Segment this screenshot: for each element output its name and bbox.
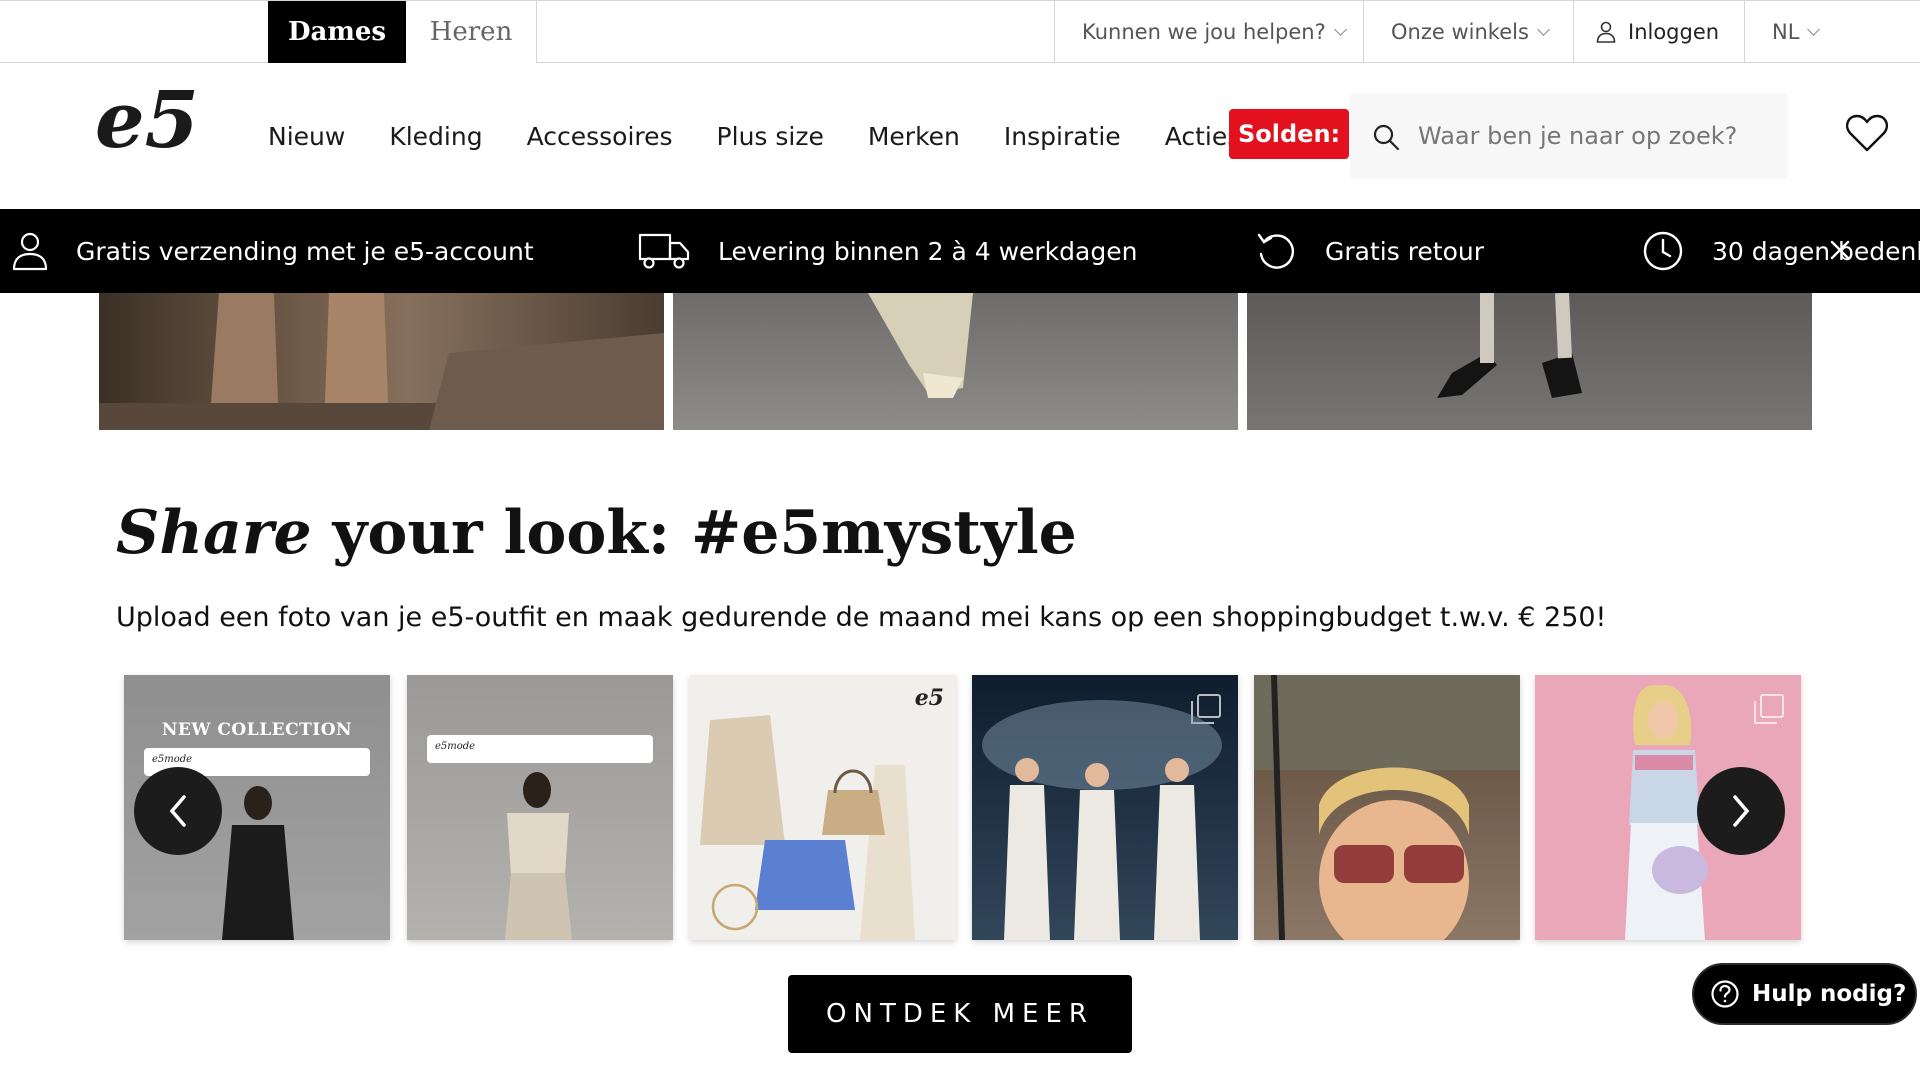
usp-item-returns: Gratis retour — [1255, 209, 1484, 293]
heart-icon[interactable] — [1845, 113, 1889, 153]
language-dropdown[interactable]: NL — [1744, 1, 1920, 63]
login-label: Inloggen — [1628, 20, 1720, 44]
help-chat-label: Hulp nodig? — [1752, 981, 1907, 1007]
usp-shipping-text: Gratis verzending met je e5-account — [76, 236, 534, 266]
carousel-prev-button[interactable] — [134, 767, 222, 855]
nav-kleding[interactable]: Kleding — [389, 122, 482, 151]
search-input[interactable] — [1418, 113, 1768, 159]
tile-3-flatlay — [700, 715, 915, 940]
photo-1-legs — [99, 293, 664, 430]
stores-dropdown-label: Onze winkels — [1391, 20, 1529, 44]
search-icon[interactable] — [1372, 123, 1400, 151]
question-icon — [1711, 980, 1739, 1008]
search-bar — [1350, 93, 1788, 179]
help-dropdown-label: Kunnen we jou helpen? — [1082, 20, 1326, 44]
login-button[interactable]: Inloggen — [1573, 1, 1744, 63]
chevron-down-icon — [1333, 23, 1347, 36]
nav-inspiratie[interactable]: Inspiratie — [1004, 122, 1121, 151]
sale-badge[interactable]: Solden: -2 — [1229, 109, 1349, 159]
usp-returns-text: Gratis retour — [1325, 236, 1485, 266]
share-title-rest: your look: #e5mystyle — [311, 498, 1077, 568]
lookbook-photo-2[interactable] — [673, 293, 1238, 430]
usp-bar: Gratis verzending met je e5-account Leve… — [0, 209, 1920, 293]
close-icon[interactable] — [1828, 238, 1852, 262]
discover-more-button[interactable]: ONTDEK MEER — [788, 975, 1132, 1053]
gender-tabs: Dames Heren — [268, 1, 537, 63]
carousel-next-button[interactable] — [1697, 767, 1785, 855]
chevron-down-icon — [1807, 23, 1821, 36]
usp-item-reflection: 30 dagen bedenk — [1642, 209, 1920, 293]
share-title: Share your look: #e5mystyle — [116, 498, 1077, 568]
usp-item-shipping: Gratis verzending met je e5-account — [12, 209, 534, 293]
user-icon — [1596, 21, 1616, 43]
share-subtitle: Upload een foto van je e5-outfit en maak… — [116, 602, 1607, 633]
ugc-tile-5[interactable] — [1254, 675, 1520, 940]
lookbook-photo-1[interactable] — [99, 293, 664, 430]
stores-dropdown[interactable]: Onze winkels — [1363, 1, 1573, 63]
ugc-tile-4[interactable] — [972, 675, 1238, 940]
chevron-right-icon — [1733, 795, 1750, 827]
ugc-tile-2[interactable]: e5mode — [407, 675, 673, 940]
nav-merken[interactable]: Merken — [868, 122, 960, 151]
help-dropdown[interactable]: Kunnen we jou helpen? — [1054, 1, 1363, 63]
tile-5-selfie — [1254, 675, 1520, 940]
user-icon — [12, 232, 48, 271]
usp-delivery-text: Levering binnen 2 à 4 werkdagen — [718, 236, 1138, 266]
language-label: NL — [1772, 20, 1800, 44]
photo-3-shoes — [1437, 293, 1582, 398]
help-chat-button[interactable]: Hulp nodig? — [1692, 963, 1917, 1025]
chevron-down-icon — [1537, 23, 1550, 36]
svg-text:e5: e5 — [95, 83, 199, 166]
e5-logo[interactable]: e5 — [95, 83, 205, 183]
clock-icon — [1643, 231, 1683, 271]
tile-4-stage — [982, 700, 1222, 940]
top-bar: Dames Heren Kunnen we jou helpen? Onze w… — [0, 0, 1920, 63]
nav-nieuw[interactable]: Nieuw — [268, 122, 345, 151]
share-title-italic: Share — [116, 498, 312, 568]
main-nav: Nieuw Kleding Accessoires Plus size Merk… — [268, 63, 1284, 209]
ugc-tile-3[interactable]: e5 — [690, 675, 956, 940]
truck-icon — [638, 233, 690, 269]
main-header: e5 Nieuw Kleding Accessoires Plus size M… — [0, 63, 1920, 209]
nav-accessoires[interactable]: Accessoires — [527, 122, 673, 151]
return-icon — [1257, 233, 1294, 269]
lookbook-photo-3[interactable] — [1247, 293, 1812, 430]
tile-2-model — [505, 772, 572, 940]
nav-plus-size[interactable]: Plus size — [717, 122, 824, 151]
tab-heren[interactable]: Heren — [406, 1, 537, 63]
photo-2-trousers — [868, 293, 973, 398]
tab-dames[interactable]: Dames — [268, 1, 406, 63]
chevron-left-icon — [169, 795, 186, 827]
usp-item-delivery: Levering binnen 2 à 4 werkdagen — [638, 209, 1137, 293]
usp-reflection-text: 30 dagen bedenk — [1712, 236, 1920, 266]
